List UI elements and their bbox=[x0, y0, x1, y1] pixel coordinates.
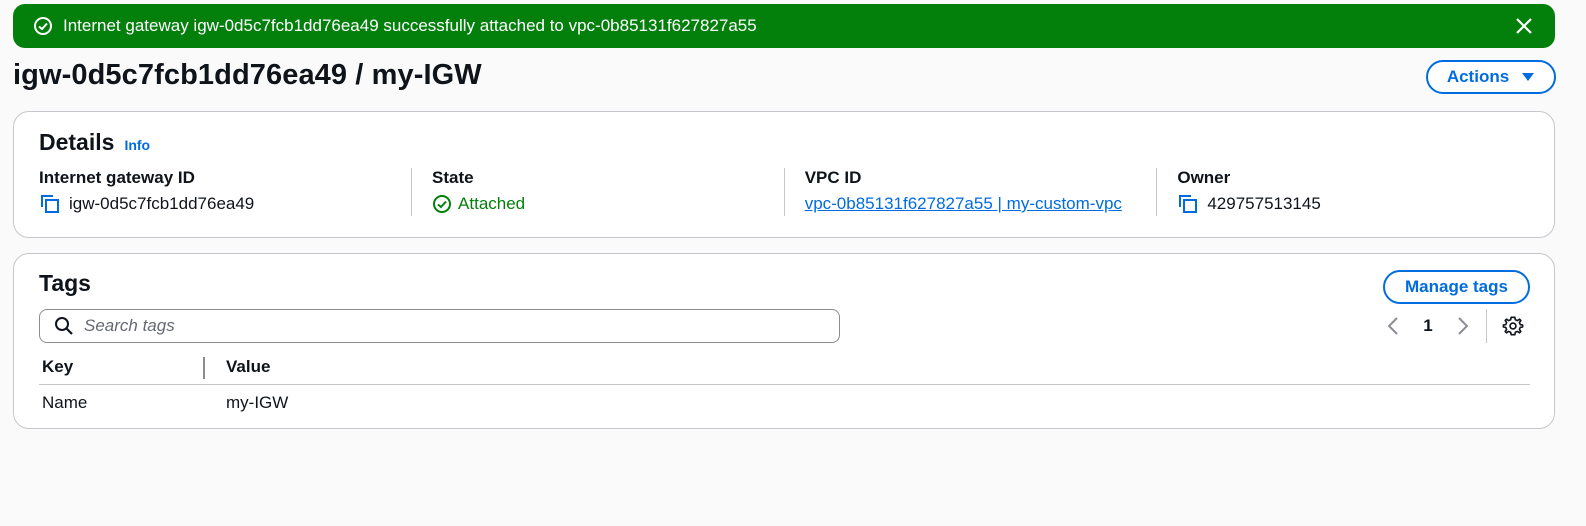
manage-tags-button[interactable]: Manage tags bbox=[1383, 270, 1530, 304]
copy-icon[interactable] bbox=[39, 193, 61, 215]
field-vpc-id: VPC ID vpc-0b85131f627827a55 | my-custom… bbox=[783, 168, 1157, 216]
details-container: Details Info Internet gateway ID igw-0d5… bbox=[13, 111, 1555, 238]
chevron-left-icon[interactable] bbox=[1384, 314, 1402, 338]
field-internet-gateway-id: Internet gateway ID igw-0d5c7fcb1dd76ea4… bbox=[39, 168, 411, 216]
table-header-row: Key Value bbox=[39, 351, 1530, 385]
owner-value: 429757513145 bbox=[1207, 194, 1321, 213]
details-fields: Internet gateway ID igw-0d5c7fcb1dd76ea4… bbox=[39, 168, 1529, 216]
caret-down-icon bbox=[1521, 67, 1535, 87]
column-header-key[interactable]: Key bbox=[39, 351, 205, 385]
chevron-right-icon[interactable] bbox=[1454, 314, 1472, 338]
tags-table: Key Value Name my-IGW bbox=[39, 351, 1530, 422]
search-tags-field[interactable] bbox=[39, 309, 840, 343]
search-tags-input[interactable] bbox=[84, 316, 784, 336]
success-flash-banner: Internet gateway igw-0d5c7fcb1dd76ea49 s… bbox=[13, 4, 1555, 48]
details-header: Details Info bbox=[39, 129, 150, 156]
page-number[interactable]: 1 bbox=[1402, 316, 1454, 336]
field-label: Owner bbox=[1177, 168, 1231, 187]
pager-divider bbox=[1486, 309, 1487, 343]
tag-key-cell: Name bbox=[42, 393, 88, 413]
close-icon[interactable] bbox=[1513, 15, 1535, 37]
details-heading: Details bbox=[39, 129, 115, 155]
gear-icon[interactable] bbox=[1501, 314, 1525, 338]
tag-value-cell: my-IGW bbox=[226, 393, 289, 413]
check-circle-icon bbox=[432, 194, 452, 214]
field-label: Internet gateway ID bbox=[39, 168, 195, 187]
page-title: igw-0d5c7fcb1dd76ea49 / my-IGW bbox=[13, 59, 482, 91]
field-label: VPC ID bbox=[804, 168, 862, 187]
tags-container: Tags Manage tags 1 Key Value Name bbox=[13, 253, 1555, 429]
search-icon bbox=[54, 316, 74, 336]
vpc-id-link[interactable]: vpc-0b85131f627827a55 | my-custom-vpc bbox=[805, 194, 1122, 214]
actions-button[interactable]: Actions bbox=[1426, 60, 1556, 94]
check-circle-icon bbox=[33, 16, 53, 36]
info-link[interactable]: Info bbox=[124, 137, 150, 153]
tags-heading: Tags bbox=[39, 270, 91, 296]
actions-label: Actions bbox=[1446, 67, 1510, 86]
flash-message: Internet gateway igw-0d5c7fcb1dd76ea49 s… bbox=[63, 16, 757, 35]
field-label: State bbox=[432, 168, 474, 187]
internet-gateway-id-value: igw-0d5c7fcb1dd76ea49 bbox=[69, 194, 255, 213]
tags-header: Tags bbox=[39, 270, 91, 297]
field-state: State Attached bbox=[411, 168, 784, 216]
field-owner: Owner 429757513145 bbox=[1156, 168, 1529, 216]
column-header-value[interactable]: Value bbox=[205, 351, 1530, 385]
state-value: Attached bbox=[458, 194, 526, 213]
copy-icon[interactable] bbox=[1177, 193, 1199, 215]
pagination: 1 bbox=[1384, 309, 1525, 343]
table-row: Name my-IGW bbox=[39, 384, 1530, 422]
